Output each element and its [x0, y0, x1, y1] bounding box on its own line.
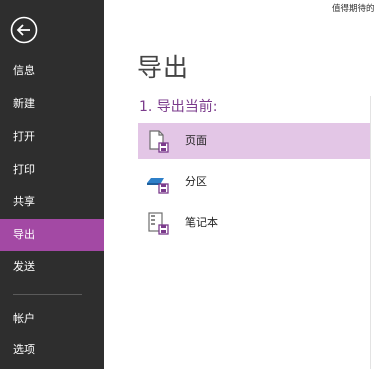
backstage-view: 信息 新建 打开 打印 共享 导出 发送 帐户 选项 值得期待的 导出 1. 导… [0, 0, 384, 369]
export-option-page[interactable]: 页面 [138, 123, 370, 159]
sidebar-item-account[interactable]: 帐户 [0, 303, 104, 335]
page-title: 导出 [137, 53, 190, 82]
export-option-notebook[interactable]: 笔记本 [138, 205, 370, 241]
sidebar-item-options[interactable]: 选项 [0, 334, 104, 366]
section-export-icon [146, 170, 170, 194]
export-option-label: 分区 [185, 175, 207, 188]
main-content: 值得期待的 导出 1. 导出当前: 页面 分区 笔记本 [104, 0, 384, 369]
column-divider [370, 96, 371, 369]
sidebar-item-open[interactable]: 打开 [0, 121, 104, 153]
backstage-sidebar: 信息 新建 打开 打印 共享 导出 发送 帐户 选项 [0, 0, 104, 369]
export-option-label: 笔记本 [185, 216, 218, 229]
export-option-section[interactable]: 分区 [138, 164, 370, 200]
back-button[interactable] [10, 16, 38, 44]
export-option-label: 页面 [185, 134, 207, 147]
back-arrow-icon [10, 16, 38, 44]
sidebar-item-export[interactable]: 导出 [0, 219, 104, 251]
sidebar-divider [13, 294, 82, 295]
sidebar-item-share[interactable]: 共享 [0, 186, 104, 218]
top-caption: 值得期待的 [332, 4, 375, 14]
page-export-icon [146, 129, 170, 153]
export-current-heading: 1. 导出当前: [139, 99, 218, 115]
sidebar-item-send[interactable]: 发送 [0, 251, 104, 283]
notebook-export-icon [146, 211, 170, 235]
sidebar-item-print[interactable]: 打印 [0, 154, 104, 186]
sidebar-item-info[interactable]: 信息 [0, 55, 104, 87]
sidebar-item-new[interactable]: 新建 [0, 88, 104, 120]
